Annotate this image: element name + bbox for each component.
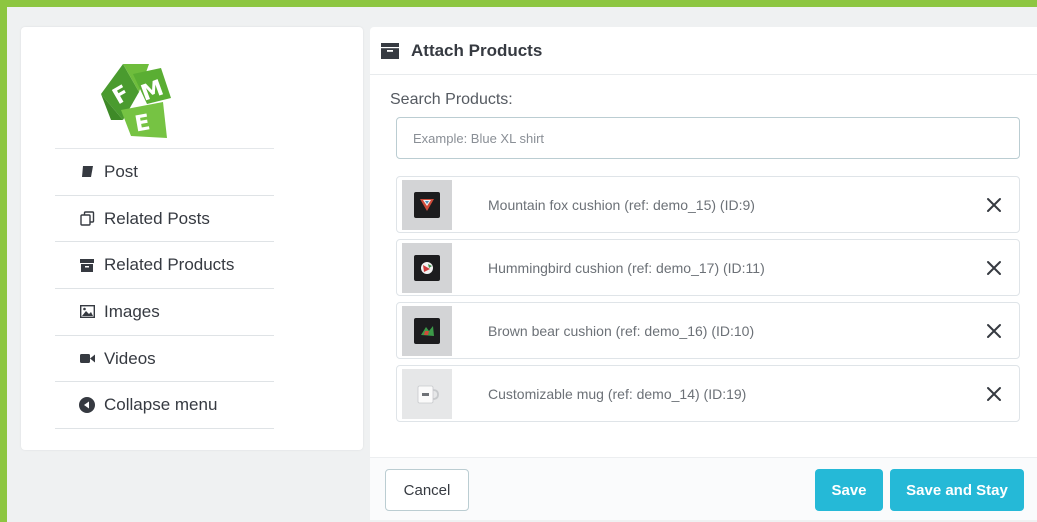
sidebar-item-post[interactable]: Post [55, 149, 274, 196]
product-row: Mountain fox cushion (ref: demo_15) (ID:… [396, 176, 1020, 233]
sidebar-menu: Post Related Posts Related Products Imag… [55, 148, 274, 430]
page-frame: F M E Post Related Posts Related Product… [0, 0, 1037, 522]
product-name: Customizable mug (ref: demo_14) (ID:19) [488, 385, 747, 402]
save-button[interactable]: Save [815, 469, 883, 511]
copy-icon [79, 211, 95, 227]
panel-title: Attach Products [411, 40, 543, 60]
sidebar-item-videos[interactable]: Videos [55, 336, 274, 383]
close-icon [987, 323, 1001, 338]
book-icon [79, 164, 95, 180]
sidebar-item-label: Images [104, 301, 160, 321]
sidebar-item-label: Collapse menu [104, 395, 218, 415]
panel-header: Attach Products [370, 27, 1037, 75]
attach-products-panel: Attach Products Search Products: Mountai… [370, 27, 1037, 520]
close-icon [987, 260, 1001, 275]
search-label: Search Products: [390, 91, 513, 108]
sidebar-item-label: Post [104, 161, 139, 181]
sidebar-item-related-posts[interactable]: Related Posts [55, 196, 274, 243]
product-thumbnail-bear-cushion [402, 305, 452, 356]
image-icon [79, 304, 95, 320]
product-name: Mountain fox cushion (ref: demo_15) (ID:… [488, 196, 755, 213]
panel-footer: Cancel Save Save and Stay [370, 457, 1037, 520]
archive-icon [79, 257, 95, 273]
product-name: Hummingbird cushion (ref: demo_17) (ID:1… [488, 259, 765, 276]
fme-logo: F M E [101, 54, 181, 138]
product-thumbnail-mug [402, 368, 452, 419]
product-row: Customizable mug (ref: demo_14) (ID:19) [396, 365, 1020, 422]
save-and-stay-button[interactable]: Save and Stay [890, 469, 1024, 511]
sidebar-item-label: Related Products [104, 255, 235, 275]
remove-product-button[interactable] [979, 379, 1009, 409]
product-thumbnail-fox-cushion [402, 179, 452, 230]
remove-product-button[interactable] [979, 316, 1009, 346]
sidebar-item-collapse-menu[interactable]: Collapse menu [55, 382, 274, 430]
remove-product-button[interactable] [979, 190, 1009, 220]
circle-chevron-left-icon [79, 397, 95, 414]
remove-product-button[interactable] [979, 253, 1009, 283]
cancel-button[interactable]: Cancel [385, 469, 469, 511]
sidebar-item-label: Related Posts [104, 208, 210, 228]
close-icon [987, 386, 1001, 401]
close-icon [987, 197, 1001, 212]
search-input[interactable] [396, 117, 1020, 159]
sidebar-item-label: Videos [104, 348, 156, 368]
sidebar-item-images[interactable]: Images [55, 289, 274, 336]
product-row: Brown bear cushion (ref: demo_16) (ID:10… [396, 302, 1020, 359]
video-camera-icon [79, 351, 95, 367]
product-name: Brown bear cushion (ref: demo_16) (ID:10… [488, 322, 755, 339]
product-row: Hummingbird cushion (ref: demo_17) (ID:1… [396, 239, 1020, 296]
product-thumbnail-hummingbird-cushion [402, 242, 452, 293]
sidebar-item-related-products[interactable]: Related Products [55, 242, 274, 290]
archive-icon [381, 42, 399, 59]
sidebar: F M E Post Related Posts Related Product… [21, 27, 363, 450]
